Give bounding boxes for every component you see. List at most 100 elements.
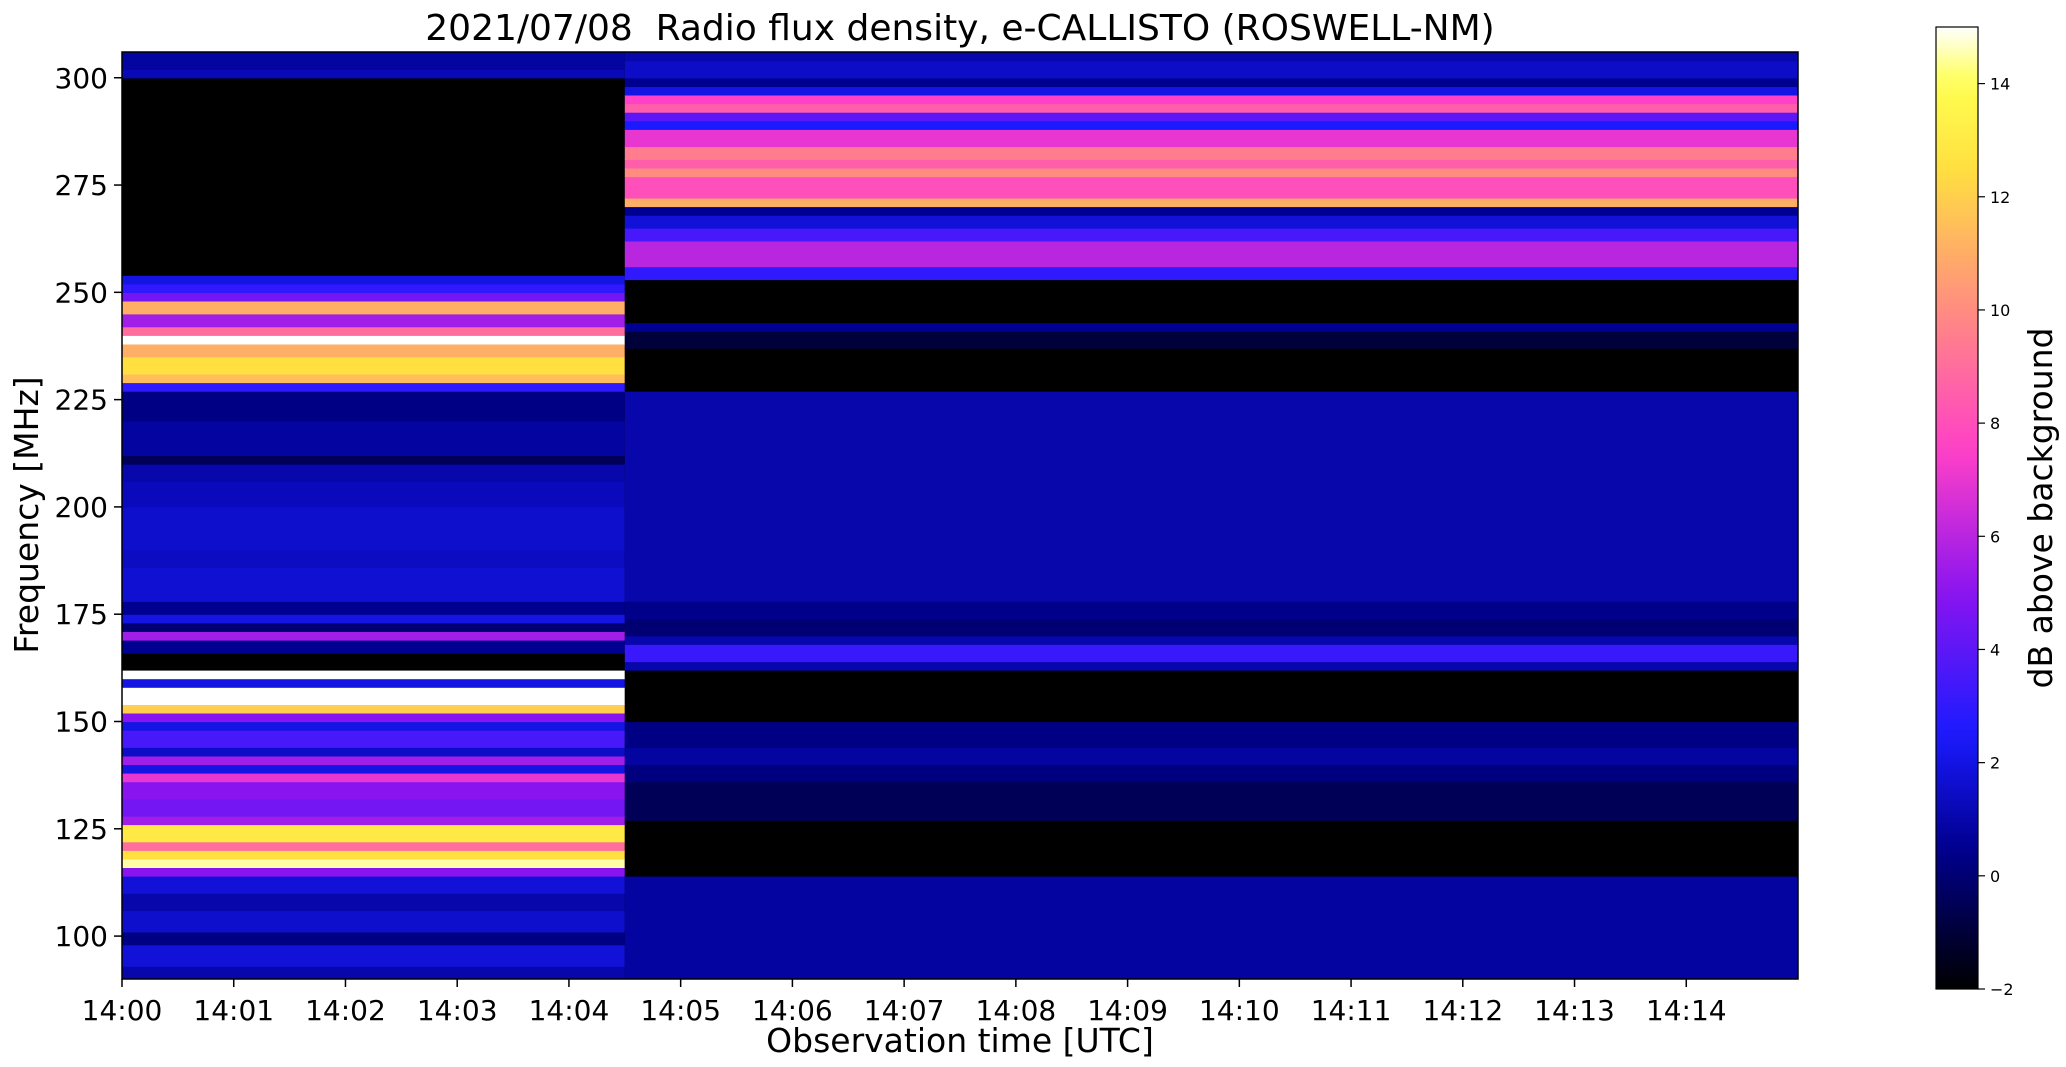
heatmap-band bbox=[122, 69, 625, 79]
heatmap-band bbox=[122, 966, 625, 979]
chart-title: 2021/07/08 Radio flux density, e-CALLIST… bbox=[425, 8, 1494, 49]
heatmap-band bbox=[122, 944, 625, 967]
heatmap-band bbox=[122, 326, 625, 336]
heatmap-band bbox=[122, 652, 625, 671]
y-tick-label: 250 bbox=[55, 276, 108, 309]
heatmap-band bbox=[122, 292, 625, 302]
colorbar-tick-label: 12 bbox=[1990, 188, 2010, 207]
heatmap-band bbox=[122, 464, 625, 482]
x-tick-label: 14:11 bbox=[1311, 994, 1392, 1027]
heatmap-band bbox=[122, 910, 625, 933]
heatmap-band bbox=[624, 240, 1798, 268]
x-tick-label: 14:14 bbox=[1646, 994, 1727, 1027]
heatmap-band bbox=[122, 373, 625, 384]
heatmap-band bbox=[122, 670, 625, 680]
y-tick-label: 125 bbox=[55, 813, 108, 846]
heatmap-band bbox=[122, 356, 625, 375]
x-tick-label: 14:00 bbox=[82, 994, 163, 1027]
heatmap-band bbox=[122, 931, 625, 946]
heatmap-band bbox=[122, 52, 625, 70]
heatmap-band bbox=[624, 635, 1798, 645]
heatmap-band bbox=[122, 755, 625, 765]
heatmap-band bbox=[624, 876, 1798, 979]
heatmap-band bbox=[624, 206, 1798, 216]
y-tick-label: 225 bbox=[55, 384, 108, 417]
heatmap-band bbox=[122, 506, 625, 551]
heatmap-band bbox=[122, 283, 625, 293]
heatmap-band bbox=[122, 567, 625, 602]
y-axis-label: Frequency [MHz] bbox=[7, 376, 46, 653]
spectrogram-heatmap bbox=[122, 52, 1798, 979]
x-tick-label: 14:04 bbox=[529, 994, 610, 1027]
y-tick-label: 275 bbox=[55, 169, 108, 202]
heatmap-band bbox=[624, 266, 1798, 281]
x-tick-label: 14:12 bbox=[1422, 994, 1503, 1027]
heatmap-band bbox=[122, 335, 625, 345]
heatmap-band bbox=[624, 670, 1798, 723]
y-tick-label: 300 bbox=[55, 62, 108, 95]
heatmap-band bbox=[122, 747, 625, 757]
heatmap-band bbox=[624, 146, 1798, 160]
colorbar-tick-label: 0 bbox=[1990, 867, 2000, 886]
heatmap-band bbox=[624, 77, 1798, 87]
heatmap-band bbox=[122, 867, 625, 877]
y-tick-label: 100 bbox=[55, 920, 108, 953]
heatmap-band bbox=[624, 601, 1798, 620]
x-axis-ticks: 14:00 14:01 14:02 14:03 14:04 14:05 14:06 14:07… bbox=[82, 979, 1727, 1027]
heatmap-band bbox=[122, 640, 625, 654]
x-tick-label: 14:13 bbox=[1534, 994, 1615, 1027]
colorbar-ticks: −2 0 2 4 6 8 10 12 14 bbox=[1978, 75, 2014, 999]
colorbar-tick-label: 8 bbox=[1990, 414, 2000, 433]
colorbar-tick-label: 6 bbox=[1990, 527, 2000, 546]
y-axis-ticks: 100 125 150 175 200 225 250 275 300 bbox=[55, 62, 122, 953]
heatmap-band bbox=[624, 721, 1798, 748]
x-tick-label: 14:03 bbox=[417, 994, 498, 1027]
heatmap-band bbox=[122, 721, 625, 731]
heatmap-band bbox=[122, 841, 625, 851]
heatmap-band bbox=[624, 322, 1798, 332]
heatmap-band bbox=[122, 622, 625, 632]
heatmap-band bbox=[624, 618, 1798, 637]
heatmap-band bbox=[122, 850, 625, 860]
heatmap-band bbox=[624, 197, 1798, 208]
heatmap-band bbox=[624, 60, 1798, 79]
x-axis-label: Observation time [UTC] bbox=[766, 1021, 1154, 1060]
heatmap-band bbox=[624, 279, 1798, 323]
heatmap-band bbox=[122, 824, 625, 843]
x-tick-label: 14:02 bbox=[305, 994, 386, 1027]
heatmap-band bbox=[122, 781, 625, 800]
heatmap-band bbox=[122, 421, 625, 456]
heatmap-band bbox=[624, 747, 1798, 766]
colorbar-tick-label: −2 bbox=[1990, 980, 2014, 999]
spectrogram-figure: 2021/07/08 Radio flux density, e-CALLIST… bbox=[7, 8, 2060, 1060]
heatmap-band bbox=[122, 455, 625, 465]
heatmap-band bbox=[122, 730, 625, 748]
heatmap-band bbox=[624, 820, 1798, 877]
heatmap-band bbox=[624, 348, 1798, 392]
colorbar-tick-label: 4 bbox=[1990, 640, 2000, 659]
y-tick-label: 175 bbox=[55, 598, 108, 631]
heatmap-band bbox=[122, 858, 625, 868]
heatmap-band bbox=[122, 481, 625, 508]
heatmap-band bbox=[624, 661, 1798, 671]
heatmap-band bbox=[624, 644, 1798, 663]
heatmap-band bbox=[122, 601, 625, 615]
heatmap-band bbox=[122, 893, 625, 911]
heatmap-band bbox=[624, 94, 1798, 105]
colorbar bbox=[1935, 26, 1979, 990]
x-tick-label: 14:01 bbox=[193, 994, 274, 1027]
heatmap-band bbox=[122, 631, 625, 641]
x-tick-label: 14:10 bbox=[1199, 994, 1280, 1027]
heatmap-band bbox=[122, 313, 625, 328]
x-tick-label: 14:05 bbox=[640, 994, 721, 1027]
heatmap-band bbox=[122, 614, 625, 624]
heatmap-band bbox=[122, 382, 625, 392]
heatmap-band bbox=[624, 781, 1798, 821]
heatmap-band bbox=[624, 764, 1798, 783]
heatmap-band bbox=[624, 215, 1798, 229]
heatmap-band bbox=[122, 678, 625, 688]
heatmap-band bbox=[624, 103, 1798, 113]
heatmap-band bbox=[624, 176, 1798, 199]
heatmap-band bbox=[122, 343, 625, 358]
heatmap-band bbox=[624, 52, 1798, 62]
